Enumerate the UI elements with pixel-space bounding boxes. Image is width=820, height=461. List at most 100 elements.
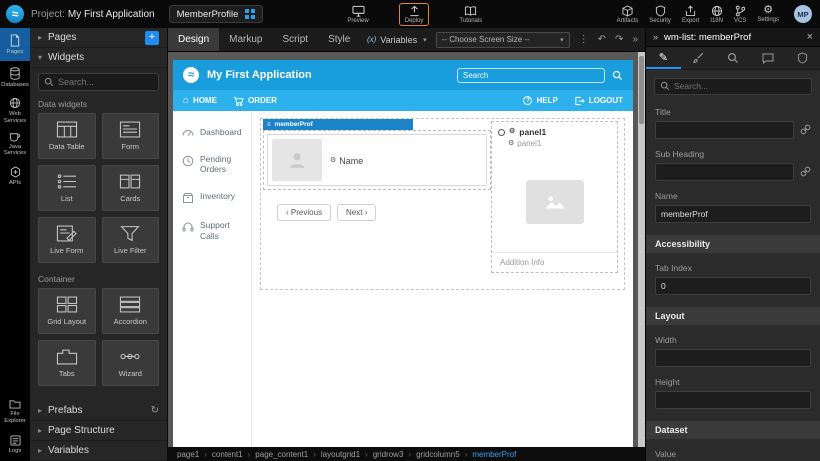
variables-dropdown[interactable]: (x) Variables <box>367 35 427 45</box>
grid-column-outline[interactable]: ≡ memberProf ⚙ <box>260 118 625 290</box>
widget-search-input[interactable] <box>38 73 159 91</box>
avatar-placeholder[interactable] <box>272 139 322 181</box>
tab-design[interactable]: Design <box>168 28 219 51</box>
canvas-scrollbar[interactable] <box>638 52 645 447</box>
search-icon[interactable] <box>612 70 623 81</box>
refresh-icon[interactable]: ↻ <box>151 405 159 416</box>
widget-tile-live-form[interactable]: Live Form <box>38 217 96 263</box>
nav-item-help[interactable]: ? HELP <box>523 96 557 106</box>
panel-body[interactable] <box>492 151 617 252</box>
preview-button[interactable]: Preview <box>341 3 374 26</box>
deploy-button[interactable]: Deploy <box>399 3 430 26</box>
more-options-icon[interactable]: ⋮ <box>579 34 589 46</box>
dataset-section-header[interactable]: Dataset <box>646 421 820 439</box>
sidebar-item-dashboard[interactable]: Dashboard <box>173 119 251 146</box>
page-structure-section-header[interactable]: Page Structure <box>30 421 167 441</box>
widget-tile-tabs[interactable]: Tabs <box>38 340 96 386</box>
prefabs-section-header[interactable]: Prefabs ↻ <box>30 401 167 421</box>
settings-button[interactable]: ⚙ Settings <box>757 5 779 23</box>
widgets-section-header[interactable]: Widgets <box>30 48 167 68</box>
rail-item-file-explorer[interactable]: File Explorer <box>0 395 30 428</box>
nav-item-order[interactable]: ORDER <box>233 96 277 106</box>
bind-link-icon[interactable] <box>800 124 811 135</box>
breadcrumb-item[interactable]: gridcolumn5 <box>403 450 459 459</box>
tab-style[interactable]: Style <box>318 28 360 51</box>
title-input[interactable] <box>655 121 794 139</box>
widget-tile-list[interactable]: List <box>38 165 96 211</box>
widget-tile-grid-layout[interactable]: Grid Layout <box>38 288 96 334</box>
rail-item-pages[interactable]: Pages <box>0 28 30 61</box>
tab-properties[interactable]: ✎ <box>646 47 681 69</box>
i18n-button[interactable]: I18N <box>710 5 723 24</box>
name-input[interactable] <box>655 205 811 223</box>
screen-size-dropdown[interactable]: -- Choose Screen Size -- <box>436 32 570 48</box>
subheading-input[interactable] <box>655 163 794 181</box>
tab-script[interactable]: Script <box>273 28 319 51</box>
width-input[interactable] <box>655 349 811 367</box>
widget-tile-cards[interactable]: Cards <box>102 165 160 211</box>
sidebar-item-inventory[interactable]: Inventory <box>173 183 251 212</box>
list-item-name[interactable]: ⚙ Name <box>330 141 363 181</box>
rail-item-databases[interactable]: Databases <box>0 61 30 94</box>
breadcrumb-item-active[interactable]: memberProf <box>460 450 517 459</box>
app-search-input[interactable] <box>457 68 605 83</box>
collapse-icon[interactable]: » <box>653 32 658 42</box>
tab-search[interactable] <box>716 47 751 69</box>
artifacts-button[interactable]: Artifacts <box>617 5 639 24</box>
export-button[interactable]: Export <box>682 5 699 24</box>
rail-item-apis[interactable]: APIs <box>0 160 30 193</box>
nav-item-logout[interactable]: LOGOUT <box>574 96 623 106</box>
sidebar-item-support-calls[interactable]: Support Calls <box>173 212 251 249</box>
panel-widget-panel1[interactable]: ⚙ panel1 ⚙ panel1 <box>491 121 618 273</box>
tab-security[interactable] <box>785 47 820 69</box>
list-item-template[interactable]: ⚙ Name <box>267 134 487 186</box>
tab-markup[interactable]: Markup <box>219 28 272 51</box>
drag-handle-icon[interactable]: ≡ <box>267 122 271 128</box>
collapse-panel-icon[interactable]: » <box>632 34 638 46</box>
accessibility-section-header[interactable]: Accessibility <box>646 235 820 253</box>
tabindex-input[interactable] <box>655 277 811 295</box>
height-input[interactable] <box>655 391 811 409</box>
layout-section-header[interactable]: Layout <box>646 307 820 325</box>
breadcrumb-item[interactable]: content1 <box>199 450 242 459</box>
widget-selection-header[interactable]: ≡ memberProf <box>263 119 413 130</box>
pages-section-header[interactable]: Pages + <box>30 28 167 48</box>
widget-tile-form[interactable]: Form <box>102 113 160 159</box>
rail-item-java-services[interactable]: Java Services <box>0 127 30 160</box>
grid-icon[interactable] <box>245 9 255 19</box>
tab-styles[interactable] <box>681 47 716 69</box>
panel-header[interactable]: ⚙ panel1 <box>492 124 617 138</box>
breadcrumb-item[interactable]: layoutgrid1 <box>308 450 360 459</box>
property-search-input[interactable] <box>654 78 812 95</box>
image-placeholder[interactable] <box>526 180 584 224</box>
scrollbar-thumb[interactable] <box>639 56 644 124</box>
list-widget-body[interactable]: ⚙ Name <box>263 130 491 190</box>
breadcrumb-item[interactable]: page1 <box>177 450 199 459</box>
bind-link-icon[interactable] <box>800 166 811 177</box>
next-button[interactable]: Next › <box>337 204 376 221</box>
panel-subtitle-row[interactable]: ⚙ panel1 <box>492 138 617 151</box>
rail-item-logs[interactable]: Logs <box>0 428 30 461</box>
tab-events[interactable] <box>750 47 785 69</box>
tutorials-button[interactable]: Tutorials <box>453 3 488 26</box>
add-page-button[interactable]: + <box>145 31 159 45</box>
user-avatar[interactable]: MP <box>794 5 812 23</box>
widget-tile-live-filter[interactable]: Live Filter <box>102 217 160 263</box>
previous-button[interactable]: ‹ Previous <box>277 204 331 221</box>
vcs-button[interactable]: VCS <box>734 5 746 24</box>
widget-tile-data-table[interactable]: Data Table <box>38 113 96 159</box>
nav-item-home[interactable]: ⌂ HOME <box>183 96 217 106</box>
widget-tile-accordion[interactable]: Accordion <box>102 288 160 334</box>
undo-icon[interactable]: ↶ <box>598 34 606 46</box>
security-button[interactable]: Security <box>649 5 671 24</box>
widget-tile-wizard[interactable]: Wizard <box>102 340 160 386</box>
redo-icon[interactable]: ↷ <box>615 34 623 46</box>
list-widget-memberprof[interactable]: ≡ memberProf ⚙ <box>263 119 491 221</box>
breadcrumb-item[interactable]: gridrow3 <box>360 450 403 459</box>
sidebar-item-pending-orders[interactable]: Pending Orders <box>173 146 251 183</box>
breadcrumb-item[interactable]: page_content1 <box>243 450 309 459</box>
variables-section-header[interactable]: Variables <box>30 441 167 461</box>
rail-item-web-services[interactable]: Web Services <box>0 94 30 127</box>
close-icon[interactable]: × <box>807 32 813 43</box>
open-page-tab[interactable]: MemberProfile <box>169 5 264 23</box>
